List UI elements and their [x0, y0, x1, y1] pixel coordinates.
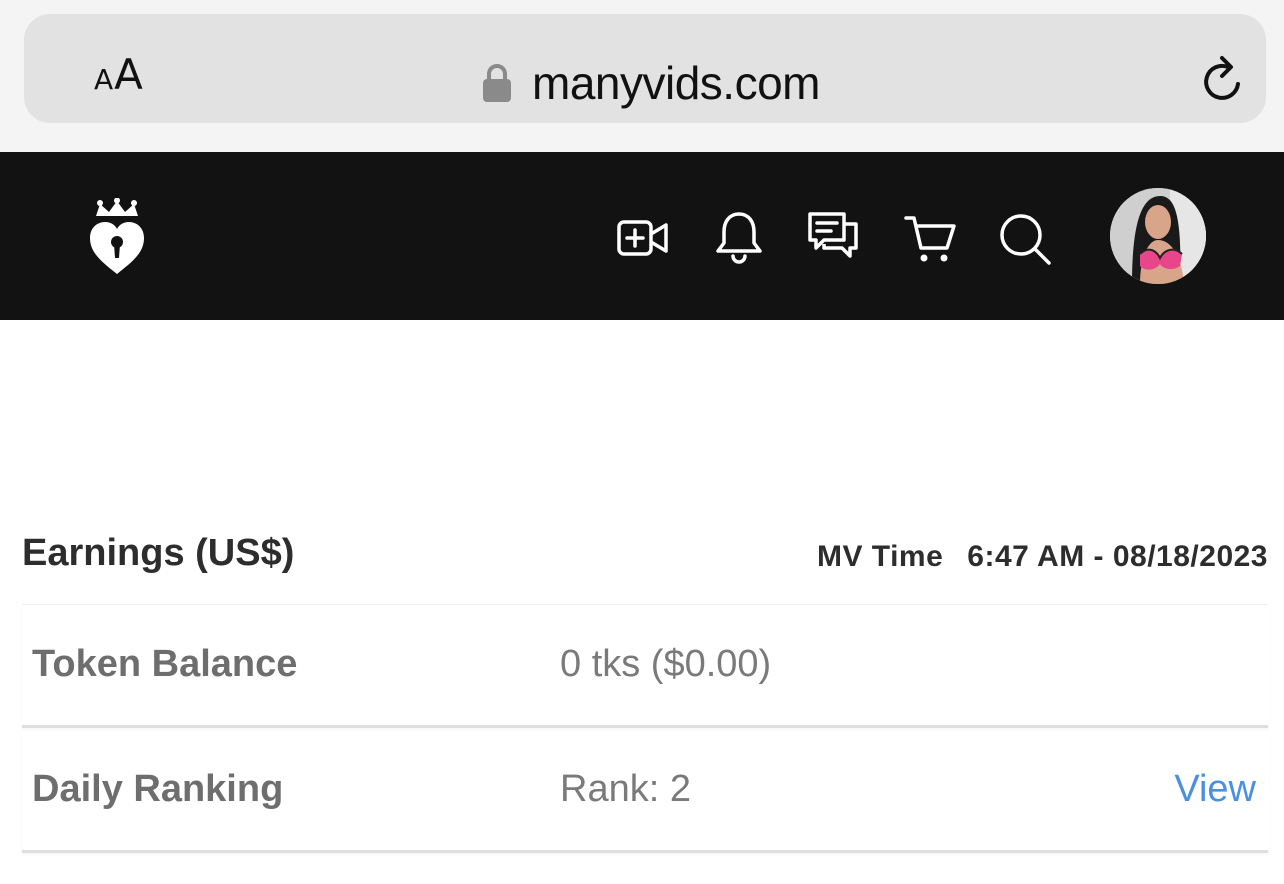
address-bar[interactable]: AA manyvids.com: [24, 14, 1266, 123]
aa-big-label: A: [114, 50, 143, 99]
mv-time-label: MV Time: [816, 540, 944, 573]
earnings-title: Earnings (US$): [22, 532, 295, 574]
chat-icon[interactable]: [806, 210, 860, 264]
token-balance-value: 0 tks ($0.00): [560, 643, 772, 685]
reload-icon[interactable]: [1198, 54, 1248, 108]
avatar-image: [1110, 188, 1206, 284]
view-ranking-link[interactable]: View: [1174, 768, 1256, 811]
lock-icon: [483, 64, 511, 102]
browser-chrome: AA manyvids.com: [0, 0, 1284, 152]
daily-ranking-value: Rank: 2: [560, 768, 691, 810]
cart-icon[interactable]: [904, 212, 958, 266]
mv-time-value: 6:47 AM - 08/18/2023: [967, 540, 1268, 573]
bell-icon[interactable]: [712, 210, 766, 264]
aa-small-label: A: [94, 63, 114, 96]
token-balance-label: Token Balance: [32, 643, 298, 685]
mv-time: MV Time 6:47 AM - 08/18/2023: [817, 540, 1268, 574]
url-display[interactable]: manyvids.com: [482, 56, 820, 110]
avatar[interactable]: [1110, 188, 1206, 284]
upload-video-icon[interactable]: [616, 212, 670, 266]
daily-ranking-label: Daily Ranking: [32, 768, 284, 810]
url-text: manyvids.com: [532, 57, 820, 109]
token-balance-row: Token Balance 0 tks ($0.00): [22, 604, 1268, 728]
daily-ranking-row: Daily Ranking Rank: 2 View: [22, 730, 1268, 853]
search-icon[interactable]: [998, 212, 1052, 266]
logo-heart-crown-icon[interactable]: [82, 198, 152, 276]
text-size-button[interactable]: AA: [94, 54, 143, 96]
site-header: [0, 152, 1284, 320]
